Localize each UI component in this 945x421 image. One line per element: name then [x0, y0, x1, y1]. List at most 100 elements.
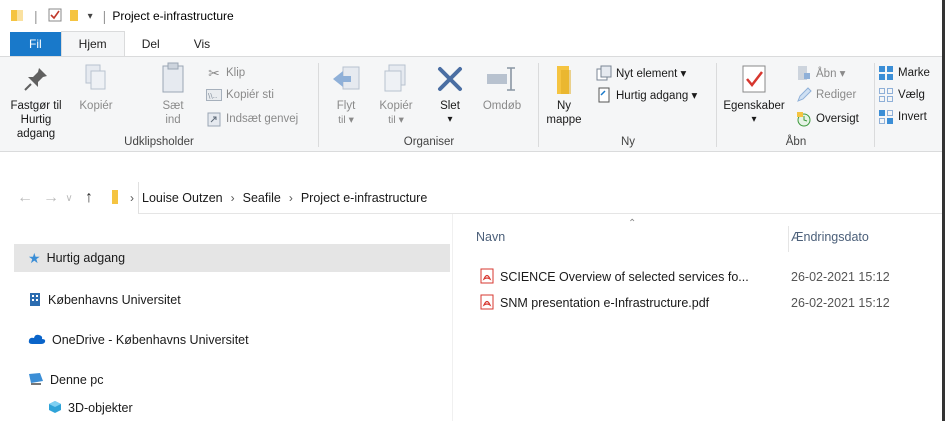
tab-view[interactable]: Vis	[177, 32, 227, 56]
edit-pencil-icon	[796, 87, 812, 103]
cut-button[interactable]: ✂ Klip	[206, 65, 245, 81]
select-all-icon	[878, 65, 894, 81]
new-folder-label-line1: Ny	[556, 100, 572, 112]
nav-item-university[interactable]: Københavns Universitet	[14, 286, 450, 314]
pin-label-line1: Fastgør til	[10, 100, 62, 112]
open-group-label: Åbn	[785, 136, 807, 148]
select-none-button[interactable]: Vælg	[878, 87, 925, 103]
new-folder-label-line2: mappe	[546, 114, 582, 126]
copy-button[interactable]: Kopiér	[76, 61, 116, 113]
delete-x-icon	[432, 61, 468, 97]
copy-path-button[interactable]: \\.. Kopiér sti	[206, 87, 274, 103]
sort-up-icon: ⌃	[628, 218, 637, 229]
new-folder-icon[interactable]	[68, 8, 82, 25]
scissors-icon: ✂	[208, 64, 220, 81]
cut-label: Klip	[226, 67, 246, 79]
tab-share[interactable]: Del	[125, 32, 177, 56]
nav-item-quick-access[interactable]: ★ Hurtig adgang	[14, 244, 450, 272]
paste-label-line1: Sæt	[162, 100, 184, 112]
delete-button[interactable]: Slet ▾	[430, 61, 470, 127]
group-separator	[538, 63, 539, 147]
tab-file[interactable]: Fil	[10, 32, 61, 56]
tab-home[interactable]: Hjem	[60, 31, 125, 56]
customize-toolbar-icon[interactable]: ▾	[88, 11, 93, 22]
chevron-right-icon[interactable]: ›	[231, 191, 235, 205]
file-row[interactable]: SCIENCE Overview of selected services fo…	[480, 266, 945, 288]
properties-icon	[736, 61, 772, 97]
copy-path-icon: \\..	[206, 87, 222, 103]
rename-button[interactable]: Omdøb	[478, 61, 526, 113]
history-button[interactable]: Oversigt	[796, 111, 859, 127]
new-group-label: Ny	[620, 136, 636, 148]
edit-label: Rediger	[816, 89, 857, 101]
title-bar: | ▾ | Project e-infrastructure	[0, 0, 945, 32]
chevron-right-icon[interactable]: ›	[130, 191, 134, 205]
properties-caret: ▾	[751, 114, 757, 125]
copy-to-icon	[378, 61, 414, 97]
organize-group-label: Organiser	[403, 136, 455, 148]
column-header-name[interactable]: Navn	[476, 230, 505, 244]
select-group: Marke Vælg Invert	[876, 57, 942, 151]
pin-to-quick-access-button[interactable]: Fastgør til Hurtig adgang	[4, 61, 68, 141]
paste-shortcut-icon	[206, 111, 222, 127]
paste-label-line2: ind	[165, 114, 181, 126]
chevron-right-icon[interactable]: ›	[289, 191, 293, 205]
open-label: Åbn ▾	[816, 68, 846, 80]
pane-divider[interactable]	[452, 214, 453, 421]
up-arrow-icon[interactable]: ↑	[78, 189, 100, 207]
copy-to-button[interactable]: Kopiér til ▾	[376, 61, 416, 127]
back-arrow-icon[interactable]: ←	[14, 189, 36, 207]
properties-label: Egenskaber	[723, 100, 785, 112]
file-list: ⌃ Navn Ændringsdato SCIENCE Overview of …	[466, 214, 945, 421]
nav-item-label: Københavns Universitet	[48, 293, 181, 307]
history-label: Oversigt	[816, 113, 859, 125]
clipboard-group: Fastgør til Hurtig adgang Kopiér Sæt ind…	[0, 57, 318, 151]
new-item-button[interactable]: Nyt element ▾	[596, 65, 686, 81]
column-divider[interactable]	[788, 226, 789, 252]
file-row[interactable]: SNM presentation e-Infrastructure.pdf 26…	[480, 292, 945, 314]
separator: |	[34, 8, 38, 24]
nav-item-onedrive[interactable]: OneDrive - Københavns Universitet	[14, 326, 450, 354]
edit-button[interactable]: Rediger	[796, 87, 856, 103]
move-to-button[interactable]: Flyt til ▾	[326, 61, 366, 127]
paste-shortcut-button[interactable]: Indsæt genvej	[206, 111, 298, 127]
file-name-cell: SCIENCE Overview of selected services fo…	[480, 268, 788, 287]
breadcrumb: › Louise Outzen › Seafile › Project e-in…	[110, 189, 427, 208]
new-item-label: Nyt element ▾	[616, 68, 687, 80]
group-separator	[874, 63, 875, 147]
address-bar: ← → ∨ ↑ › Louise Outzen › Seafile › Proj…	[0, 182, 945, 214]
select-none-icon	[878, 87, 894, 103]
nav-item-3d-objects[interactable]: 3D-objekter	[34, 394, 450, 421]
recent-locations-chevron-icon[interactable]: ∨	[62, 193, 76, 204]
properties-button[interactable]: Egenskaber ▾	[722, 61, 786, 127]
paste-button[interactable]: Sæt ind	[158, 61, 188, 127]
cloud-icon	[28, 333, 46, 348]
breadcrumb-user[interactable]: Louise Outzen	[142, 191, 223, 205]
paste-shortcut-label: Indsæt genvej	[226, 113, 299, 125]
clipboard-icon	[155, 61, 191, 97]
ribbon-tabs: Fil Hjem Del Vis	[0, 31, 227, 56]
nav-item-this-pc[interactable]: Denne pc	[14, 366, 450, 394]
easy-access-button[interactable]: Hurtig adgang ▾	[596, 87, 697, 103]
file-date: 26-02-2021 15:12	[791, 270, 890, 284]
separator: |	[102, 8, 107, 24]
properties-checkbox-icon[interactable]	[48, 8, 62, 25]
organize-group: Flyt til ▾ Kopiér til ▾ Slet ▾ Omdøb Org…	[320, 57, 538, 151]
forward-arrow-icon[interactable]: →	[40, 189, 62, 207]
invert-selection-label: Invert	[898, 111, 927, 123]
history-icon	[796, 111, 812, 127]
select-none-label: Vælg	[898, 89, 925, 101]
open-button[interactable]: Åbn ▾	[796, 65, 845, 81]
new-folder-button[interactable]: Ny mappe	[542, 61, 586, 127]
svg-text:\\..: \\..	[208, 92, 217, 100]
new-item-icon	[596, 65, 612, 81]
file-date: 26-02-2021 15:12	[791, 296, 890, 310]
breadcrumb-current[interactable]: Project e-infrastructure	[301, 191, 427, 205]
invert-selection-button[interactable]: Invert	[878, 109, 927, 125]
column-header-date[interactable]: Ændringsdato	[791, 230, 869, 244]
ribbon: Fastgør til Hurtig adgang Kopiér Sæt ind…	[0, 56, 945, 152]
rename-label: Omdøb	[482, 100, 522, 112]
select-all-button[interactable]: Marke	[878, 65, 930, 81]
breadcrumb-seafile[interactable]: Seafile	[243, 191, 281, 205]
star-icon: ★	[28, 249, 41, 266]
